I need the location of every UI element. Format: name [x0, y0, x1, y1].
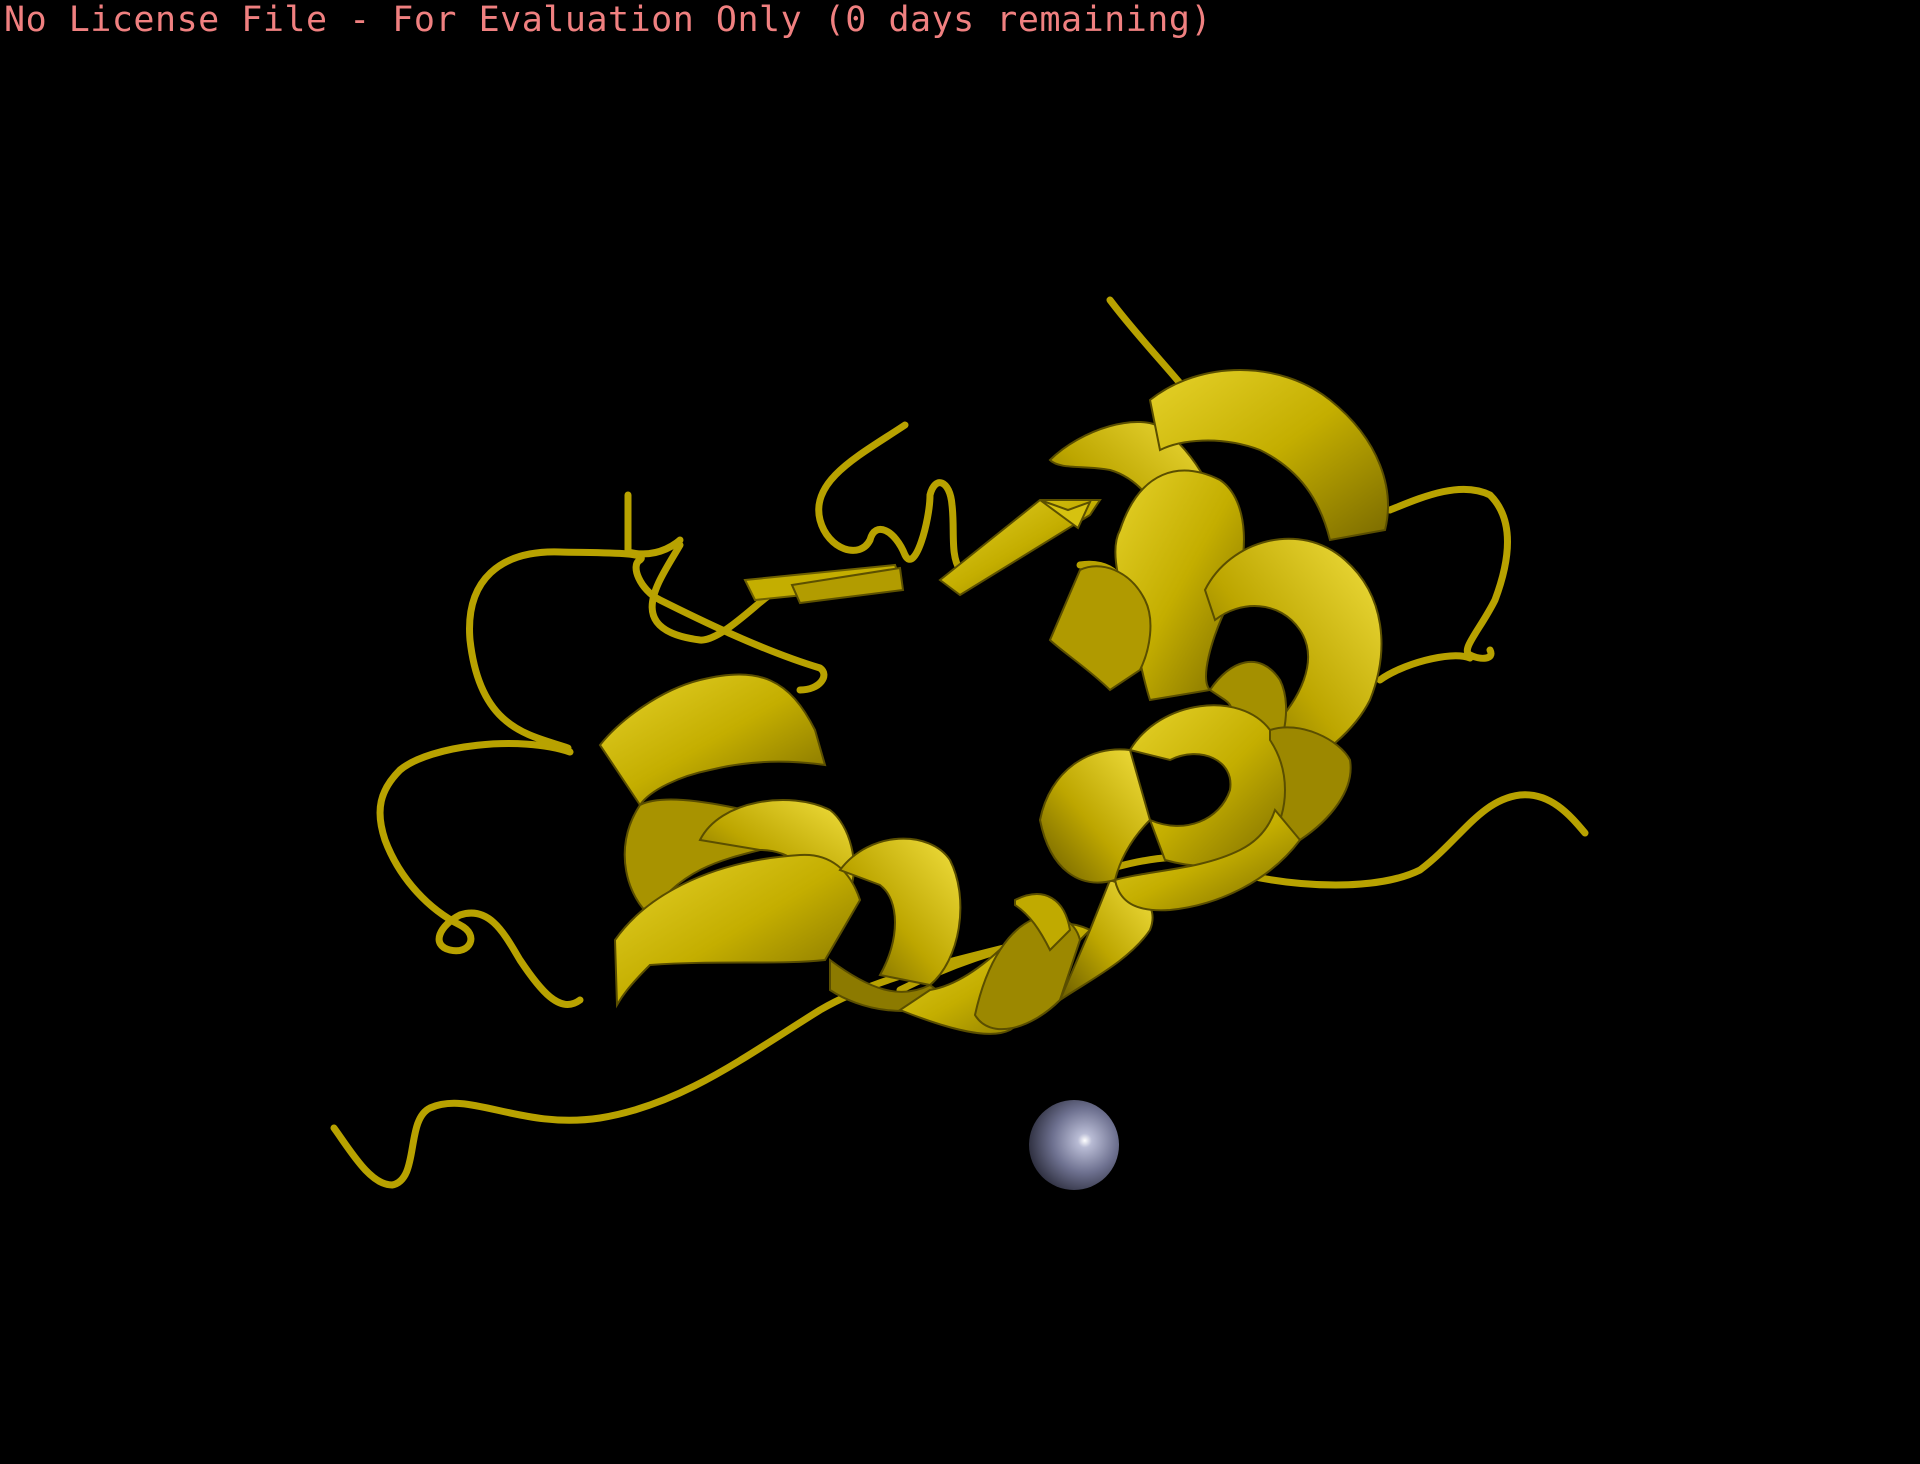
molecular-viewer-canvas[interactable]: No License File - For Evaluation Only (0…: [0, 0, 1920, 1464]
alpha-helix-right: [1038, 369, 1389, 912]
beta-strands: [743, 499, 1102, 605]
coil-segment: [1386, 485, 1511, 662]
metal-ion-sphere[interactable]: [1029, 1100, 1119, 1190]
coil-segment: [815, 421, 964, 574]
helix-ribbon: [598, 673, 827, 807]
coil-segment: [376, 740, 584, 1008]
helix-ribbon: [838, 837, 962, 987]
coil-loops: [330, 296, 1589, 1189]
helix-ribbon: [1048, 565, 1152, 692]
protein-structure[interactable]: [0, 0, 1920, 1464]
coil-segment: [624, 491, 684, 558]
coil-segment: [1376, 652, 1474, 684]
